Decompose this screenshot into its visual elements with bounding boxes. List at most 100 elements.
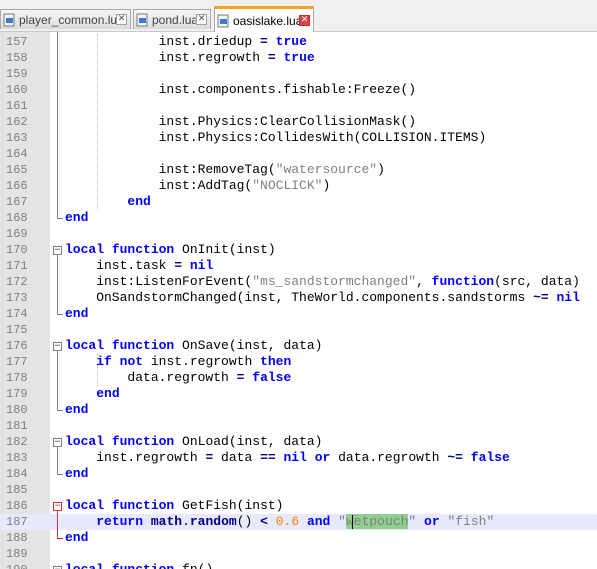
line-number: 167 (6, 195, 28, 209)
code-line[interactable]: 158 inst.regrowth = true (0, 50, 597, 66)
line-number: 174 (6, 307, 28, 321)
line-number: 163 (6, 131, 28, 145)
line-number: 187 (6, 515, 28, 529)
fold-toggle-icon[interactable]: − (53, 502, 62, 511)
code-line[interactable]: 170 local function OnInit(inst) (0, 242, 597, 258)
code-line[interactable]: 189 (0, 546, 597, 562)
code-line[interactable]: 176 local function OnSave(inst, data) (0, 338, 597, 354)
code-line[interactable]: 168 end (0, 210, 597, 226)
code-line[interactable]: 179 end (0, 386, 597, 402)
code-text: inst:ListenForEvent("ms_sandstormchanged… (65, 274, 580, 289)
code-line[interactable]: 185 (0, 482, 597, 498)
fold-end-marker (57, 218, 63, 219)
code-line[interactable]: 184 end (0, 466, 597, 482)
fold-end-marker (57, 538, 63, 539)
code-line[interactable]: 160 inst.components.fishable:Freeze() (0, 82, 597, 98)
code-text: inst.regrowth = true (65, 50, 315, 65)
code-text: return math.random() < 0.6 and "wetpouch… (96, 514, 495, 529)
code-text: end (65, 466, 89, 481)
tab-player-common[interactable]: player_common.lua ✕ (0, 9, 131, 29)
code-text: OnSandstormChanged(inst, TheWorld.compon… (65, 290, 580, 305)
code-text: inst.Physics:ClearCollisionMask() (65, 114, 417, 129)
code-line[interactable]: 182 local function OnLoad(inst, data) (0, 434, 597, 450)
fold-end-marker (57, 474, 63, 475)
code-line[interactable]: 162 inst.Physics:ClearCollisionMask() (0, 114, 597, 130)
code-text: inst:AddTag("NOCLICK") (65, 178, 331, 193)
fold-end-marker (57, 314, 63, 315)
tab-pond[interactable]: pond.lua ✕ (133, 9, 211, 29)
line-number: 170 (6, 243, 28, 257)
line-number: 165 (6, 163, 28, 177)
code-text: if not inst.regrowth then (96, 354, 292, 369)
tab-oasislake[interactable]: oasislake.lua ✕ (214, 6, 314, 32)
close-tab-icon[interactable]: ✕ (196, 14, 207, 25)
code-line[interactable]: 167 end (0, 194, 597, 210)
code-line[interactable]: 187 return math.random() < 0.6 and "wetp… (0, 514, 597, 530)
code-line[interactable]: 166 inst:AddTag("NOCLICK") (0, 178, 597, 194)
fold-toggle-icon[interactable]: − (53, 438, 62, 447)
tab-label: oasislake.lua (233, 13, 303, 28)
line-number: 169 (6, 227, 28, 241)
code-editor[interactable]: 157 inst.driedup = true 158 inst.regrowth… (0, 32, 597, 569)
fold-guide-line (57, 447, 58, 474)
code-text: end (65, 210, 89, 225)
line-number: 164 (6, 147, 28, 161)
line-number: 190 (6, 562, 46, 569)
code-line[interactable]: 164 (0, 146, 597, 162)
fold-guide-line (57, 351, 58, 410)
code-line[interactable]: 181 (0, 418, 597, 434)
line-number: 178 (6, 371, 28, 385)
code-line[interactable]: 159 (0, 66, 597, 82)
code-line[interactable]: 165 inst:RemoveTag("watersource") (0, 162, 597, 178)
code-line[interactable]: 188 end (0, 530, 597, 546)
line-number: 176 (6, 339, 28, 353)
code-line[interactable]: 174 end (0, 306, 597, 322)
tab-bar: player_common.lua ✕ pond.lua ✕ oasislake… (0, 0, 597, 32)
tab-label: player_common.lua (19, 12, 124, 27)
fold-toggle-icon[interactable]: − (53, 246, 62, 255)
lua-file-icon (136, 13, 148, 26)
line-number: 162 (6, 115, 28, 129)
text-caret (352, 515, 353, 529)
code-line[interactable]: 180 end (0, 402, 597, 418)
code-line[interactable]: 157 inst.driedup = true (0, 34, 597, 50)
line-number: 168 (6, 211, 28, 225)
code-line[interactable]: 172 inst:ListenForEvent("ms_sandstormcha… (0, 274, 597, 290)
tab-label: pond.lua (152, 12, 199, 27)
fold-guide-line (57, 32, 58, 218)
code-text: end (65, 402, 89, 417)
code-line[interactable]: 178 data.regrowth = false (0, 370, 597, 386)
lua-file-icon (217, 14, 229, 27)
code-line[interactable]: 163 inst.Physics:CollidesWith(COLLISION.… (0, 130, 597, 146)
lua-file-icon (3, 13, 15, 26)
fold-toggle-icon[interactable]: − (53, 342, 62, 351)
line-number: 180 (6, 403, 28, 417)
line-number: 161 (6, 99, 28, 113)
line-number: 177 (6, 355, 28, 369)
code-text: local function GetFish(inst) (65, 498, 284, 513)
code-line[interactable]: 173 OnSandstormChanged(inst, TheWorld.co… (0, 290, 597, 306)
line-number: 185 (6, 483, 28, 497)
line-number: 181 (6, 419, 28, 433)
code-line[interactable]: 171 inst.task = nil (0, 258, 597, 274)
code-line[interactable]: 190 local function fn() (0, 562, 597, 569)
code-text: end (127, 194, 151, 209)
close-tab-icon[interactable]: ✕ (299, 15, 310, 26)
code-line[interactable]: 175 (0, 322, 597, 338)
code-text: inst.components.fishable:Freeze() (65, 82, 417, 97)
code-text: inst:RemoveTag("watersource") (65, 162, 385, 177)
code-line[interactable]: 161 (0, 98, 597, 114)
line-number: 184 (6, 467, 28, 481)
code-line[interactable]: 186 local function GetFish(inst) (0, 498, 597, 514)
close-tab-icon[interactable]: ✕ (116, 14, 127, 25)
code-text: inst.task = nil (65, 258, 214, 273)
code-text: inst.Physics:CollidesWith(COLLISION.ITEM… (65, 130, 487, 145)
code-line[interactable]: 177 if not inst.regrowth then (0, 354, 597, 370)
code-line[interactable]: 183 inst.regrowth = data == nil or data.… (0, 450, 597, 466)
code-line[interactable]: 169 (0, 226, 597, 242)
line-number: 182 (6, 435, 28, 449)
line-number: 179 (6, 387, 28, 401)
code-text: local function OnInit(inst) (65, 242, 276, 257)
indent-guide (97, 354, 98, 386)
line-number: 160 (6, 83, 28, 97)
